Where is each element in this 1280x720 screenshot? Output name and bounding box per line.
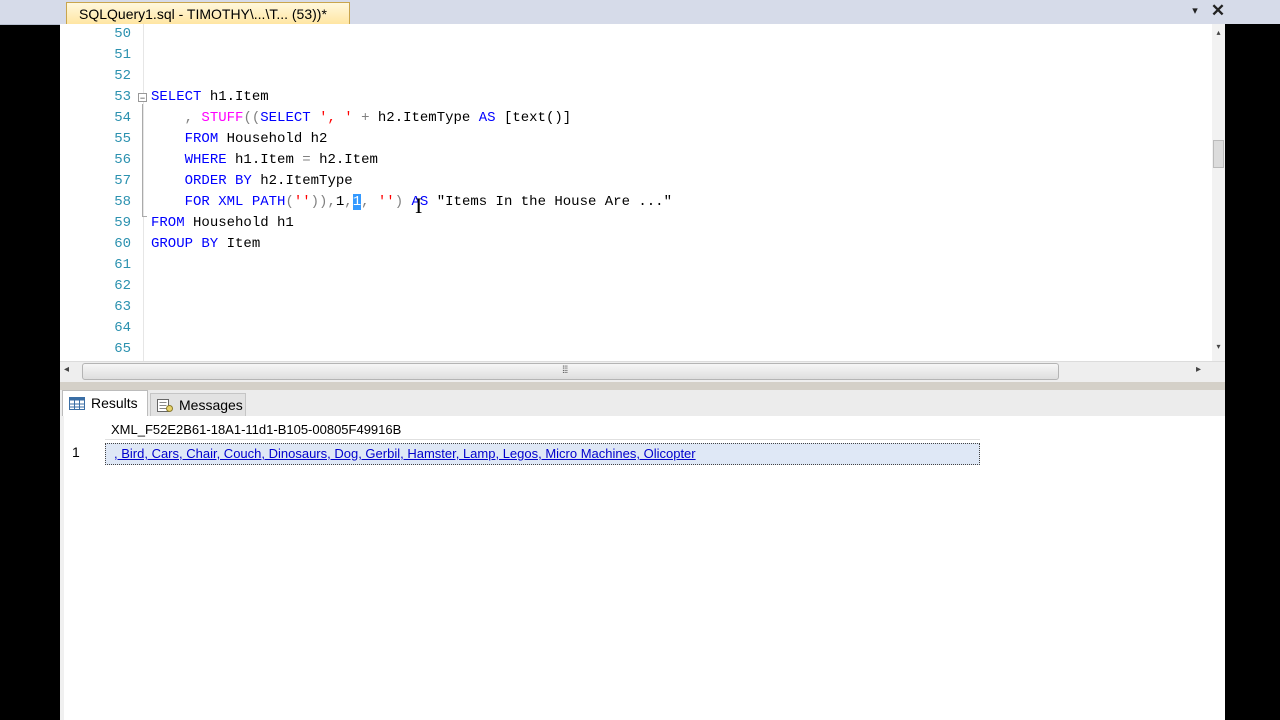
text-cursor-icon: I xyxy=(415,193,423,218)
scroll-left-icon[interactable]: ◂ xyxy=(64,364,69,375)
sql-keyword: WHERE xyxy=(184,152,236,168)
sql-token: , xyxy=(184,110,202,126)
line-number: 57 xyxy=(114,173,131,189)
tab-messages-label: Messages xyxy=(179,397,243,413)
sql-string: ', ' xyxy=(319,110,353,126)
sql-keyword: SELECT xyxy=(151,89,210,105)
code-line: FROM Household h1 xyxy=(151,213,294,234)
sql-string: '' xyxy=(293,194,311,210)
sql-keyword: PATH xyxy=(251,194,286,210)
sql-token: [text()] xyxy=(503,110,572,126)
line-number: 61 xyxy=(114,257,131,273)
code-line: GROUP BY Item xyxy=(151,234,260,255)
line-number: 54 xyxy=(114,110,131,126)
sql-keyword: GROUP BY xyxy=(151,236,227,252)
close-tab-icon[interactable]: ✕ xyxy=(1208,1,1228,21)
sql-token: h2.Item xyxy=(319,152,378,168)
sql-token: Household h2 xyxy=(226,131,328,147)
line-number: 55 xyxy=(114,131,131,147)
sql-token: = xyxy=(302,152,320,168)
sql-token: "Items In the House Are ..." xyxy=(436,194,672,210)
query-document-tab[interactable]: SQLQuery1.sql - TIMOTHY\...\T... (53))* xyxy=(66,2,350,24)
code-line: WHERE h1.Item = h2.Item xyxy=(151,150,378,171)
xml-result-cell[interactable]: , Bird, Cars, Chair, Couch, Dinosaurs, D… xyxy=(105,443,980,465)
line-number: 62 xyxy=(114,278,131,294)
horizontal-scroll-thumb[interactable] xyxy=(82,363,1059,380)
sql-token: )), xyxy=(310,194,336,210)
fold-guide-end xyxy=(142,216,147,217)
column-header[interactable]: XML_F52E2B61-18A1-11d1-B105-00805F49916B xyxy=(105,420,980,440)
collapse-region-icon[interactable]: − xyxy=(138,93,147,103)
xml-result-link[interactable]: , Bird, Cars, Chair, Couch, Dinosaurs, D… xyxy=(114,446,696,461)
editor-vertical-scrollbar[interactable] xyxy=(1212,24,1225,361)
sql-token: h2.ItemType xyxy=(260,173,353,189)
sql-keyword: FROM xyxy=(151,215,194,231)
sql-token: Household h1 xyxy=(193,215,294,231)
sql-keyword: FOR XML xyxy=(184,194,252,210)
sql-function: STUFF xyxy=(201,110,244,126)
tab-results-label: Results xyxy=(91,395,138,411)
line-number: 59 xyxy=(114,215,131,231)
sql-token: ( xyxy=(285,194,294,210)
sql-keyword: FROM xyxy=(184,131,227,147)
vertical-scroll-thumb[interactable] xyxy=(1213,140,1224,168)
messages-icon xyxy=(157,399,173,412)
line-number: 63 xyxy=(114,299,131,315)
tab-messages[interactable]: Messages xyxy=(150,393,246,416)
sql-token: , xyxy=(361,194,378,210)
change-tracking-margin xyxy=(136,24,141,361)
selected-text: 1 xyxy=(352,194,362,210)
line-number: 64 xyxy=(114,320,131,336)
grid-icon xyxy=(69,397,85,410)
sql-keyword: ORDER BY xyxy=(184,173,261,189)
sql-token: h2.ItemType xyxy=(377,110,479,126)
line-number: 50 xyxy=(114,26,131,42)
fold-guide xyxy=(142,104,143,217)
line-number: 51 xyxy=(114,47,131,63)
query-editor[interactable]: 50 51 52 53 54 55 56 57 58 59 60 61 62 6… xyxy=(60,24,1225,361)
scroll-right-icon[interactable]: ▸ xyxy=(1196,364,1201,375)
tab-list-dropdown-icon[interactable]: ▾ xyxy=(1186,4,1204,20)
sql-string: '' xyxy=(377,194,395,210)
sql-token: ) xyxy=(394,194,412,210)
sql-token: Item xyxy=(226,236,261,252)
pane-splitter[interactable] xyxy=(60,382,1225,390)
line-number: 60 xyxy=(114,236,131,252)
sql-token: h1.Item xyxy=(209,89,269,105)
line-number: 52 xyxy=(114,68,131,84)
sql-keyword: SELECT xyxy=(260,110,320,126)
window-edge xyxy=(1225,24,1280,720)
gutter-divider xyxy=(143,24,144,361)
code-line: FOR XML PATH('')),1,1, '') AS "Items In … xyxy=(151,192,672,213)
sql-token: (( xyxy=(243,110,261,126)
line-number: 56 xyxy=(114,152,131,168)
code-line: SELECT h1.Item xyxy=(151,87,269,108)
sql-keyword: AS xyxy=(478,110,504,126)
code-line: FROM Household h2 xyxy=(151,129,328,150)
code-line: ORDER BY h2.ItemType xyxy=(151,171,353,192)
code-line: , STUFF((SELECT ', ' + h2.ItemType AS [t… xyxy=(151,108,572,129)
row-number[interactable]: 1 xyxy=(72,444,102,460)
sql-token: + xyxy=(352,110,378,126)
tab-results[interactable]: Results xyxy=(62,390,148,416)
line-number: 65 xyxy=(114,341,131,357)
scroll-grip-icon: ⁞⁞⁞ xyxy=(562,365,568,376)
scroll-up-icon[interactable]: ▴ xyxy=(1212,28,1225,37)
sql-token: , xyxy=(344,194,353,210)
sql-token: h1.Item xyxy=(235,152,303,168)
line-number: 53 xyxy=(114,89,131,105)
scroll-down-icon[interactable]: ▾ xyxy=(1212,342,1225,351)
line-number: 58 xyxy=(114,194,131,210)
